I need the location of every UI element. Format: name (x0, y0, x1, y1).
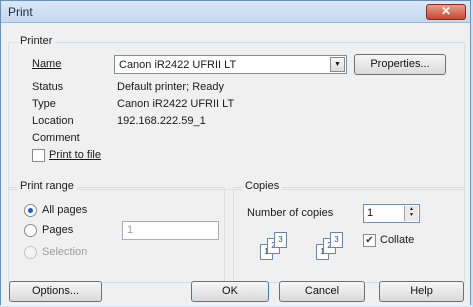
pages-input[interactable]: 1 (122, 221, 219, 240)
printer-name-value: Canon iR2422 UFRII LT (119, 59, 237, 71)
selection-radio[interactable] (24, 246, 37, 259)
pages-input-value: 1 (127, 224, 134, 236)
close-button[interactable]: ✕ (426, 4, 466, 20)
type-label: Type (32, 98, 56, 110)
copies-value: 1 (367, 207, 374, 219)
copies-group: Copies Number of copies 1 ▲▼ 1 2 3 1 2 3… (233, 180, 465, 283)
location-value: 192.168.222.59_1 (117, 115, 206, 127)
dialog-title: Print (8, 5, 33, 19)
print-to-file-label[interactable]: Print to file (49, 149, 101, 161)
dialog-body: Printer Name Canon iR2422 UFRII LT ▼ Pro… (1, 23, 470, 306)
printer-name-label: Name (32, 58, 62, 70)
collate-label[interactable]: Collate (380, 234, 414, 246)
help-button[interactable]: Help (379, 281, 464, 302)
title-bar: Print ✕ (1, 1, 470, 23)
printer-legend: Printer (17, 35, 56, 47)
comment-label: Comment (32, 132, 80, 144)
options-button[interactable]: Options... (9, 281, 102, 302)
page-icon-3b: 3 (330, 232, 343, 248)
all-pages-label[interactable]: All pages (42, 204, 87, 216)
pages-radio[interactable] (24, 224, 37, 237)
chevron-down-icon[interactable]: ▼ (330, 57, 345, 72)
status-value: Default printer; Ready (117, 81, 224, 93)
copies-legend: Copies (242, 180, 283, 192)
printer-group: Printer Name Canon iR2422 UFRII LT ▼ Pro… (8, 35, 465, 190)
status-label: Status (32, 81, 64, 93)
pages-label[interactable]: Pages (42, 224, 73, 236)
collate-checkbox[interactable]: ✔ (363, 234, 376, 247)
close-icon: ✕ (440, 4, 452, 18)
type-value: Canon iR2422 UFRII LT (117, 98, 235, 110)
print-to-file-checkbox[interactable] (32, 149, 45, 162)
location-label: Location (32, 115, 74, 127)
checkmark-icon: ✔ (365, 235, 374, 246)
page-icon-3: 3 (274, 232, 287, 248)
printer-name-select[interactable]: Canon iR2422 UFRII LT ▼ (114, 55, 347, 74)
ok-button[interactable]: OK (191, 281, 269, 302)
spin-arrows-icon[interactable]: ▲ ▼ (404, 206, 418, 221)
all-pages-radio[interactable] (24, 204, 37, 217)
cancel-button[interactable]: Cancel (279, 281, 365, 302)
print-range-group: Print range All pages Pages 1 Selection (8, 180, 225, 283)
number-of-copies-label: Number of copies (247, 207, 334, 219)
print-dialog: Print ✕ Printer Name Canon iR2422 UFRII … (0, 0, 471, 306)
copies-spinner[interactable]: 1 ▲ ▼ (363, 204, 420, 223)
print-range-legend: Print range (17, 180, 77, 192)
selection-label[interactable]: Selection (42, 246, 87, 258)
properties-button[interactable]: Properties... (354, 54, 446, 75)
